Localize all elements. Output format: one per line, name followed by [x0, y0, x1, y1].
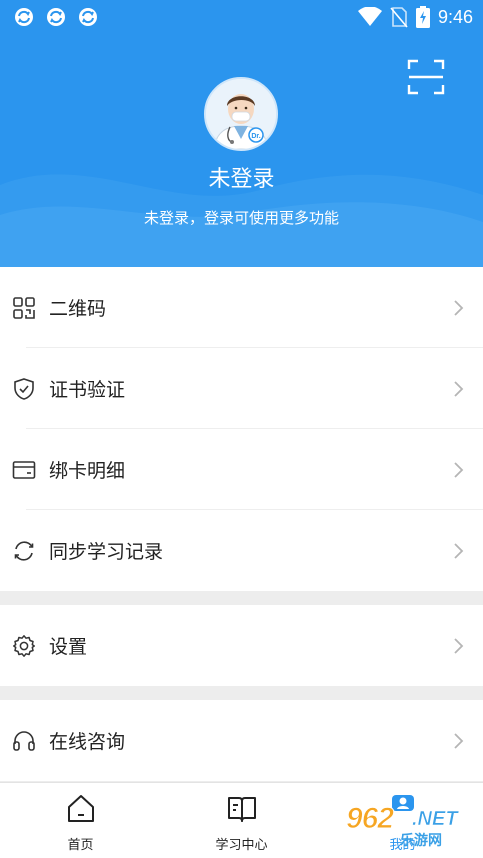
wifi-icon	[357, 7, 382, 26]
menu-item-certificate-verify[interactable]: 证书验证	[0, 348, 483, 429]
watermark-text: 乐游网	[400, 833, 442, 849]
menu-group-settings: 设置	[0, 605, 483, 686]
tab-label-home: 首页	[67, 838, 94, 853]
avatar[interactable]: Dr.	[204, 77, 278, 151]
menu-item-online-consult[interactable]: 在线咨询	[0, 700, 483, 781]
menu-label-settings: 设置	[49, 636, 88, 658]
menu-item-qr-code[interactable]: 二维码	[0, 267, 483, 348]
menu-label-certificate-verify: 证书验证	[49, 379, 126, 401]
chevron-right-icon	[454, 732, 464, 749]
menu-item-card-details[interactable]: 绑卡明细	[0, 429, 483, 510]
tab-home[interactable]: 首页	[0, 783, 161, 858]
headset-icon	[13, 730, 35, 751]
watermark-number: 962	[345, 802, 394, 836]
shield-check-icon	[14, 377, 34, 400]
tab-learning-center[interactable]: 学习中心	[161, 783, 322, 858]
gear-icon	[13, 634, 35, 657]
home-icon	[67, 795, 94, 822]
sync-app-icon	[15, 8, 33, 26]
menu-label-online-consult: 在线咨询	[49, 731, 126, 753]
doctor-avatar-icon: Dr.	[206, 79, 276, 149]
no-sim-icon	[390, 7, 408, 28]
tab-label-learning-center: 学习中心	[215, 838, 268, 853]
qr-code-icon	[13, 296, 35, 319]
menu-group-support: 在线咨询	[0, 700, 483, 781]
username[interactable]: 未登录	[0, 161, 483, 193]
status-right-group: 9:46	[357, 6, 473, 28]
chevron-right-icon	[454, 542, 464, 559]
menu-item-sync-records[interactable]: 同步学习记录	[0, 510, 483, 591]
scan-icon[interactable]	[407, 58, 445, 96]
watermark-logo: 962 .NET 乐游网	[340, 800, 480, 852]
chevron-right-icon	[454, 299, 464, 316]
menu-item-settings[interactable]: 设置	[0, 605, 483, 686]
status-bar: 9:46	[0, 0, 483, 34]
watermark-suffix: .NET	[412, 808, 458, 831]
chevron-right-icon	[454, 461, 464, 478]
svg-text:Dr.: Dr.	[251, 133, 260, 140]
battery-charging-icon	[415, 6, 430, 28]
chevron-right-icon	[454, 380, 464, 397]
sync-icon	[14, 540, 34, 561]
sync-app-icon	[47, 8, 65, 26]
menu-group-account: 二维码 证书验证 绑卡明细 同步学习记录	[0, 267, 483, 591]
book-icon	[227, 797, 256, 822]
chevron-right-icon	[454, 637, 464, 654]
sync-app-icon	[79, 8, 97, 26]
status-time: 9:46	[437, 6, 473, 27]
profile-header: 9:46 Dr. 未登录 未登录，登录可使用更多功能	[0, 0, 483, 267]
card-icon	[12, 460, 36, 479]
login-hint[interactable]: 未登录，登录可使用更多功能	[0, 207, 483, 228]
menu-label-qr-code: 二维码	[49, 298, 107, 320]
menu-label-card-details: 绑卡明细	[49, 460, 126, 482]
menu-label-sync-records: 同步学习记录	[49, 541, 164, 563]
